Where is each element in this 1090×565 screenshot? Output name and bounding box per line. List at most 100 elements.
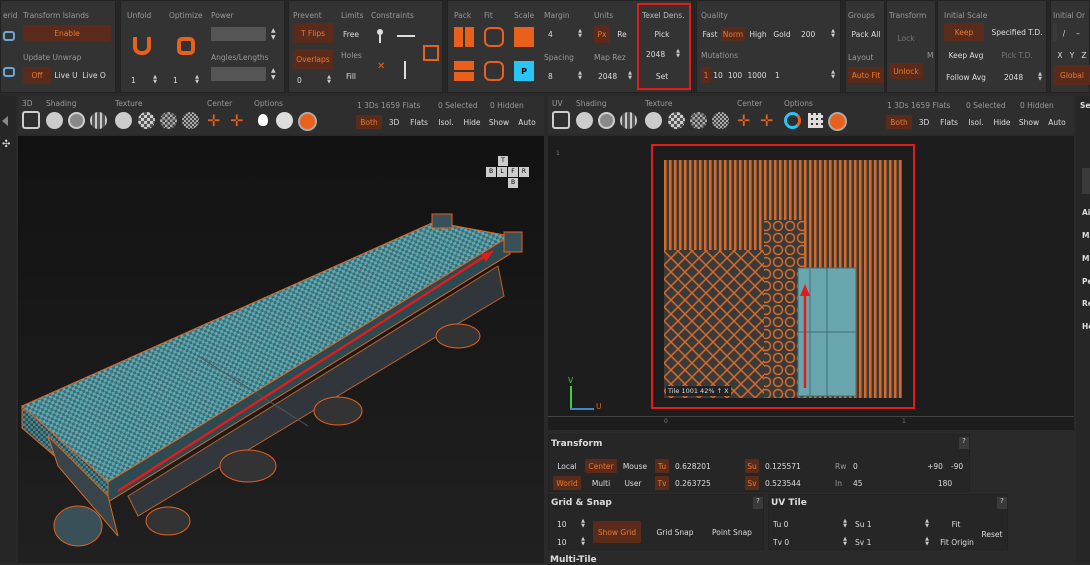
unlock-button[interactable]: Unlock xyxy=(889,63,923,79)
high-button[interactable]: High xyxy=(747,27,769,41)
mutations-input[interactable]: 1 ▲ ▼ xyxy=(771,67,837,83)
uv-texture-checker-icon[interactable] xyxy=(668,112,685,129)
view3d-tab-texture[interactable]: Texture xyxy=(115,99,142,108)
scale-icon[interactable] xyxy=(514,27,534,47)
collapse-arrow-icon[interactable] xyxy=(2,116,8,126)
center-button[interactable]: Center xyxy=(585,459,617,473)
overlaps-button[interactable]: Overlaps xyxy=(293,49,333,69)
fill-button[interactable]: Fill xyxy=(339,69,363,83)
x-axis-button[interactable]: X xyxy=(1055,49,1065,61)
view3d-filter-show[interactable]: Show xyxy=(486,115,512,129)
uv-shading-wire-icon[interactable] xyxy=(598,112,615,129)
mutation-1-button[interactable]: 1 xyxy=(701,67,711,83)
tu-field[interactable]: 0.628201 xyxy=(671,459,741,473)
view-cube-bottom[interactable]: B xyxy=(508,178,518,188)
view3d-filter-flats[interactable]: Flats xyxy=(406,115,432,129)
norm-button[interactable]: Norm xyxy=(721,27,745,41)
pin-x-icon[interactable]: ✕ xyxy=(377,61,387,77)
power-slider[interactable] xyxy=(211,27,266,41)
center-icon[interactable]: ✛ xyxy=(207,112,224,129)
rw-field[interactable]: 0 xyxy=(849,459,913,473)
uv-tile-tu-input[interactable]: Tu 0 ▲ ▼ xyxy=(769,517,849,531)
viewuv-tab-shading[interactable]: Shading xyxy=(576,99,606,108)
pick-td-button[interactable]: Pick T.D. xyxy=(996,47,1038,63)
z-axis-button[interactable]: Z xyxy=(1079,49,1089,61)
viewuv-filter-3d[interactable]: 3D xyxy=(914,115,934,129)
options-ellipse-icon[interactable] xyxy=(276,112,293,129)
follow-avg-input[interactable]: 2048 ▲ ▼ xyxy=(1000,69,1044,85)
texture-checker3-icon[interactable] xyxy=(182,112,199,129)
viewuv-filter-isol[interactable]: Isol. xyxy=(964,115,988,129)
mutation-100-button[interactable]: 100 xyxy=(727,67,743,83)
lightbulb-icon[interactable] xyxy=(258,114,268,126)
uv-shading-grid-icon[interactable] xyxy=(620,112,637,129)
uv-center-icon[interactable]: ✛ xyxy=(737,112,754,129)
viewuv-tab-options[interactable]: Options xyxy=(784,99,813,108)
multi-button[interactable]: Multi xyxy=(587,476,615,490)
constraints-grid-icon[interactable] xyxy=(423,45,439,61)
view3d-filter-3d[interactable]: 3D xyxy=(384,115,404,129)
keep-avg-button[interactable]: Keep Avg xyxy=(944,47,988,63)
center-alt-icon[interactable]: ✛ xyxy=(230,112,247,129)
uv-tile-su-input[interactable]: Su 1 ▲ ▼ xyxy=(851,517,931,531)
fit-icon[interactable] xyxy=(484,27,504,47)
slash-button[interactable]: / xyxy=(1059,27,1069,39)
lock-button[interactable]: Lock xyxy=(889,31,923,45)
in-field[interactable]: 45 xyxy=(849,476,913,490)
grid-snap-button[interactable]: Grid Snap xyxy=(653,525,697,539)
optimize-icon[interactable] xyxy=(177,37,195,55)
shading-wire-icon[interactable] xyxy=(68,112,85,129)
view-cube[interactable]: T B L F R B xyxy=(486,156,529,192)
fit-origin-button[interactable]: Fit Origin xyxy=(935,535,979,549)
uv-grid-icon[interactable] xyxy=(808,113,823,128)
view3d-tab-shading[interactable]: Shading xyxy=(46,99,76,108)
live-o-button[interactable]: Live O xyxy=(81,67,107,84)
pack-alt-icon[interactable] xyxy=(454,61,474,81)
user-button[interactable]: User xyxy=(619,476,647,490)
viewuv-tab-center[interactable]: Center xyxy=(737,99,762,108)
uv-center-alt-icon[interactable]: ✛ xyxy=(760,112,777,129)
shading-flat-icon[interactable] xyxy=(46,112,63,129)
view3d-tab-center[interactable]: Center xyxy=(207,99,232,108)
keep-button[interactable]: Keep xyxy=(944,23,984,41)
enable-button[interactable]: Enable xyxy=(23,25,111,42)
show-grid-button[interactable]: Show Grid xyxy=(593,521,641,543)
angles-stepper[interactable]: ▲ ▼ xyxy=(271,67,279,81)
view3d-filter-isol[interactable]: Isol. xyxy=(434,115,458,129)
dash-button[interactable]: – xyxy=(1073,27,1083,39)
view3d-tab-3d[interactable]: 3D xyxy=(22,99,33,108)
right-slot-box[interactable] xyxy=(1082,168,1090,194)
pack-icon[interactable] xyxy=(454,27,474,47)
map-rez-input[interactable]: 2048 ▲ ▼ xyxy=(594,69,634,83)
initial-or-select[interactable] xyxy=(1053,23,1057,41)
uv-texture-checker2-icon[interactable] xyxy=(690,112,707,129)
fast-button[interactable]: Fast xyxy=(699,27,721,41)
viewuv-tab-texture[interactable]: Texture xyxy=(645,99,672,108)
viewuv-filter-flats[interactable]: Flats xyxy=(936,115,962,129)
follow-avg-button[interactable]: Follow Avg xyxy=(944,69,988,85)
local-button[interactable]: Local xyxy=(553,459,581,473)
gold-input[interactable]: 200 ▲ ▼ xyxy=(797,27,837,41)
viewuv-tab-uv[interactable]: UV xyxy=(552,99,563,108)
fit-alt-icon[interactable] xyxy=(484,61,504,81)
view-cube-front[interactable]: F xyxy=(508,167,518,177)
uv-frame-icon[interactable] xyxy=(552,111,570,129)
texture-plain-icon[interactable] xyxy=(115,112,132,129)
specified-td-button[interactable]: Specified T.D. xyxy=(990,23,1044,41)
spacing-input[interactable]: 8 ▲ ▼ xyxy=(544,69,584,83)
uv-texture-checker3-icon[interactable] xyxy=(712,112,729,129)
unfold-iterations[interactable]: 1 ▲ ▼ xyxy=(127,73,159,87)
grid-v-input[interactable]: 10 ▲ ▼ xyxy=(553,535,587,549)
grid-u-input[interactable]: 10 ▲ ▼ xyxy=(553,517,587,531)
transform-help-button[interactable]: ? xyxy=(959,437,969,449)
rotate-minus90-button[interactable]: -90 xyxy=(947,459,967,473)
mutation-1000-button[interactable]: 1000 xyxy=(747,67,767,83)
prevent-value[interactable]: 0 ▲ ▼ xyxy=(293,73,333,87)
texture-checker-icon[interactable] xyxy=(138,112,155,129)
texture-checker2-icon[interactable] xyxy=(160,112,177,129)
viewuv-filter-both[interactable]: Both xyxy=(886,115,912,129)
frame-icon[interactable] xyxy=(22,111,40,129)
mouse-button[interactable]: Mouse xyxy=(619,459,651,473)
power-stepper[interactable]: ▲ ▼ xyxy=(271,27,279,41)
uv-rotate-icon[interactable] xyxy=(784,112,801,129)
